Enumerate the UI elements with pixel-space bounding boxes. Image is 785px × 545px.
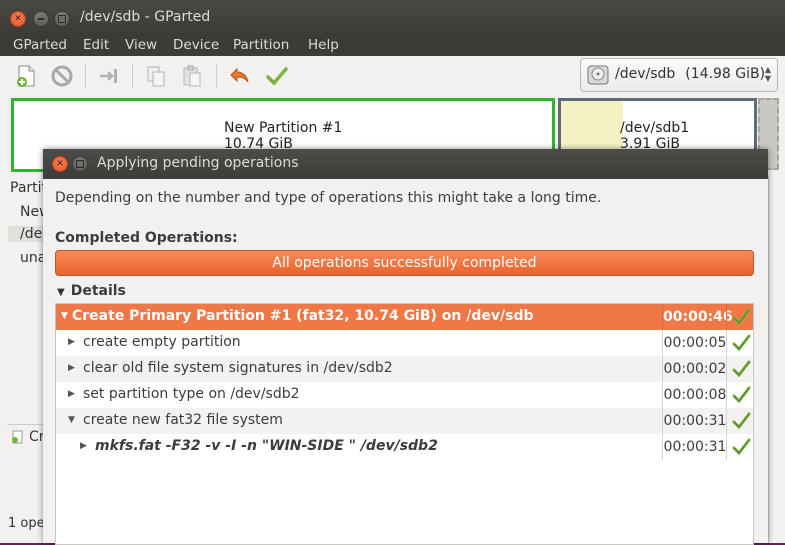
details-label: Details [70,283,126,299]
new-partition-icon [11,430,25,448]
pending-operations-list: Cr [7,424,45,451]
operation-time: 00:00:31 [662,408,727,434]
undo-icon[interactable] [228,64,252,88]
maximize-window-button[interactable] [54,11,70,27]
apply-icon[interactable] [265,64,289,88]
status-bar-text: 1 ope [8,516,43,531]
operation-time: 00:00:08 [662,382,727,408]
operation-row[interactable]: ▶ clear old file system signatures in /d… [56,356,753,382]
menu-view[interactable]: View [125,37,157,53]
dialog-title: Applying pending operations [97,155,299,171]
partition-name: New Partition #1 [224,120,343,136]
expander-right-icon[interactable]: ▶ [80,441,87,451]
menu-gparted[interactable]: GParted [13,37,67,53]
success-check-icon [731,411,751,435]
operation-status [726,304,754,330]
operation-time: 00:00:02 [662,356,727,382]
toolbar-separator [216,64,217,88]
toolbar-separator [132,64,133,88]
progress-bar: All operations successfully completed [55,250,754,276]
success-check-icon [731,437,751,461]
column-header-partition[interactable]: Partit [10,180,45,196]
maximize-dialog-button[interactable] [72,156,88,172]
toolbar-separator [85,64,86,88]
operation-time: 00:00:31 [662,434,727,460]
device-size: (14.98 GiB) [685,66,766,82]
menu-device[interactable]: Device [173,37,219,53]
partition-list: Partit New /dev una [0,176,55,543]
expander-right-icon[interactable]: ▶ [68,337,75,347]
window-title: /dev/sdb - GParted [80,9,211,25]
operation-row[interactable]: ▼ create new fat32 file system 00:00:31 [56,408,753,434]
expander-down-icon: ▼ [57,287,65,298]
dialog-description: Depending on the number and type of oper… [55,190,602,206]
device-name: /dev/sdb [615,66,676,82]
new-partition-icon[interactable] [14,64,38,88]
success-check-icon [731,307,751,331]
operation-time: 00:00:46 [662,304,733,330]
copy-icon[interactable] [144,64,168,88]
scrollbar[interactable] [768,176,785,543]
expander-right-icon[interactable]: ▶ [68,363,75,373]
dialog-title-bar: Applying pending operations [43,149,768,179]
main-title-bar: /dev/sdb - GParted [0,0,785,36]
expander-right-icon[interactable]: ▶ [68,389,75,399]
details-expander[interactable]: ▼ Details [57,283,126,299]
menu-edit[interactable]: Edit [83,37,109,53]
operation-row[interactable]: ▼ Create Primary Partition #1 (fat32, 10… [56,304,753,330]
device-selector[interactable]: /dev/sdb (14.98 GiB) ▲ ▼ [580,58,778,92]
minimize-window-button[interactable] [33,11,49,27]
operation-status [726,434,754,460]
operation-status [726,408,754,434]
hard-disk-icon [586,63,610,91]
operation-row[interactable]: ▶ mkfs.fat -F32 -v -I -n "WIN-SIDE " /de… [56,434,753,460]
operation-time: 00:00:05 [662,330,727,356]
operation-command: mkfs.fat -F32 -v -I -n "WIN-SIDE " /dev/… [95,438,438,454]
menu-bar: GParted Edit View Device Partition Help [0,36,785,56]
operation-name: clear old file system signatures in /dev… [83,360,393,376]
operation-status [726,382,754,408]
operation-name: create new fat32 file system [83,412,283,428]
expander-down-icon[interactable]: ▼ [61,311,68,321]
close-dialog-button[interactable] [52,156,68,172]
operation-name: set partition type on /dev/sdb2 [83,386,300,402]
delete-icon[interactable] [50,64,74,88]
expander-down-icon[interactable]: ▼ [68,415,75,425]
completed-operations-label: Completed Operations: [55,230,238,246]
resize-move-icon[interactable] [97,64,121,88]
success-check-icon [731,385,751,409]
partition-name: /dev/sdb1 [620,120,690,136]
progress-text: All operations successfully completed [272,255,537,271]
paste-icon[interactable] [180,64,204,88]
operation-name: create empty partition [83,334,241,350]
success-check-icon [731,359,751,383]
menu-partition[interactable]: Partition [233,37,289,53]
apply-operations-dialog: Applying pending operations Depending on… [43,149,768,545]
operations-tree: ▼ Create Primary Partition #1 (fat32, 10… [55,303,754,545]
operation-name: Create Primary Partition #1 (fat32, 10.7… [72,308,534,324]
operation-row[interactable]: ▶ set partition type on /dev/sdb2 00:00:… [56,382,753,408]
close-window-button[interactable] [10,11,26,27]
combo-arrows-icon: ▲ ▼ [764,65,771,83]
success-check-icon [731,333,751,357]
operation-row[interactable]: ▶ create empty partition 00:00:05 [56,330,753,356]
operation-status [726,330,754,356]
operation-status [726,356,754,382]
menu-help[interactable]: Help [308,37,339,53]
